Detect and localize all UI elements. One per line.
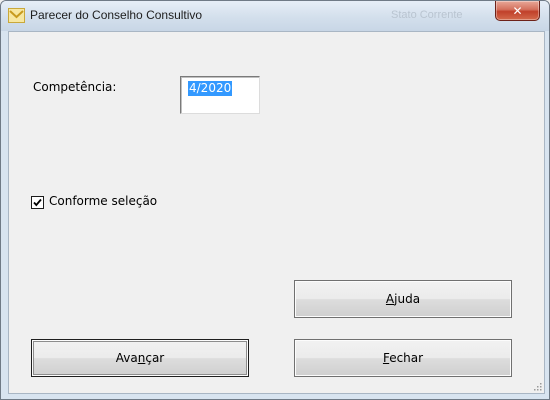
ajuda-button[interactable]: Ajuda bbox=[294, 280, 512, 318]
dialog-window: Stato Corrente Parecer do Conselho Consu… bbox=[0, 0, 550, 400]
competencia-value: 4/2020 bbox=[188, 81, 233, 96]
resize-grip-icon[interactable] bbox=[534, 383, 542, 391]
conforme-selecao-checkbox[interactable] bbox=[31, 196, 44, 209]
fechar-button[interactable]: Fechar bbox=[294, 339, 512, 377]
close-icon: ✕ bbox=[512, 3, 523, 18]
fechar-button-label: Fechar bbox=[382, 351, 424, 365]
background-window-title: Stato Corrente bbox=[391, 9, 463, 21]
conforme-selecao-label[interactable]: Conforme seleção bbox=[49, 194, 157, 208]
dialog-client-area: Competência: 4/2020 Conforme seleção Aju… bbox=[8, 31, 545, 394]
ajuda-button-label: Ajuda bbox=[385, 292, 421, 306]
avancar-button-label: Avançar bbox=[115, 351, 165, 365]
window-title: Parecer do Conselho Consultivo bbox=[30, 8, 203, 22]
avancar-button[interactable]: Avançar bbox=[31, 339, 249, 377]
close-button[interactable]: ✕ bbox=[495, 1, 540, 21]
title-bar[interactable]: Stato Corrente Parecer do Conselho Consu… bbox=[1, 1, 549, 31]
app-logo-icon bbox=[8, 7, 25, 24]
checkmark-icon bbox=[33, 198, 42, 207]
competencia-label: Competência: bbox=[33, 80, 117, 94]
competencia-input[interactable]: 4/2020 bbox=[180, 76, 260, 114]
